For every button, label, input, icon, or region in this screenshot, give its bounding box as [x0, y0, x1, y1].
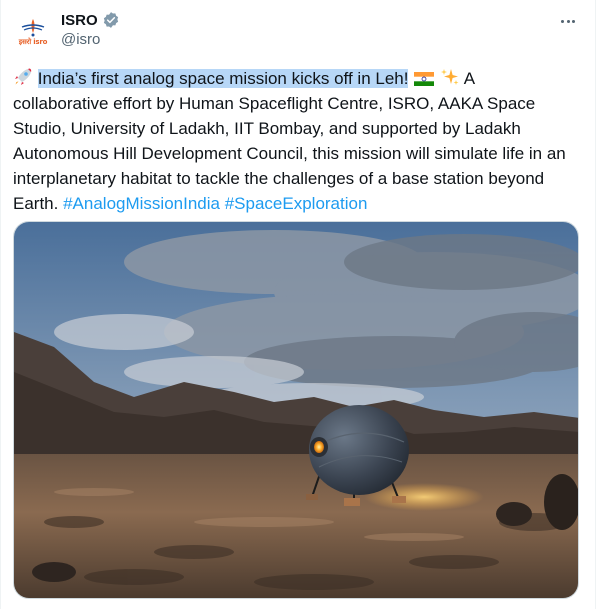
india-flag-emoji-icon	[414, 72, 435, 86]
tweet-body: A collaborative effort by Human Spacefli…	[13, 69, 566, 213]
highlighted-headline: India’s first analog space mission kicks…	[37, 69, 409, 88]
more-options-icon[interactable]	[557, 12, 579, 30]
display-name[interactable]: ISRO	[61, 12, 98, 29]
isro-logo-icon	[21, 19, 45, 37]
hashtag-link[interactable]: #SpaceExploration	[225, 194, 368, 213]
sparkles-emoji-icon	[440, 69, 459, 85]
rocket-emoji-icon	[15, 68, 32, 85]
tweet-photo[interactable]	[13, 221, 579, 599]
avatar[interactable]: इसरो isro	[13, 12, 53, 52]
author-info: ISRO @isro	[61, 10, 120, 48]
tweet-card: इसरो isro ISRO @isro India’s first analo…	[0, 0, 596, 609]
logo-text: इसरो isro	[18, 38, 48, 46]
tweet-text: India’s first analog space mission kicks…	[13, 66, 573, 216]
habitat-photo-image	[14, 222, 578, 598]
handle[interactable]: @isro	[61, 31, 120, 48]
hashtag-link[interactable]: #AnalogMissionIndia	[63, 194, 220, 213]
verified-badge-icon[interactable]	[102, 11, 120, 29]
